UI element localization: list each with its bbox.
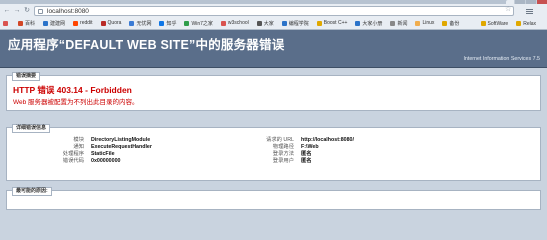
bookmark-label: Linux	[422, 20, 435, 26]
bookmark-favicon-icon	[480, 21, 486, 26]
detail-row: 模块 DirectoryListingModule 请求的 URL http:/…	[7, 137, 540, 144]
bookmark-label: Quora	[107, 20, 122, 26]
bookmark-item[interactable]: 新闻	[390, 20, 407, 27]
bookmark-favicon-icon	[316, 20, 322, 26]
bookmark-item[interactable]: 大家小册	[355, 20, 382, 27]
bookmark-favicon-icon	[256, 20, 262, 26]
detail-row: 通知 ExecuteRequestHandler 物理路径 F:\Web	[7, 144, 540, 151]
likely-causes-tab: 最可能的原因:	[12, 187, 52, 196]
bookmark-item[interactable]: SoftWare	[480, 20, 509, 27]
bookmark-label: Boost C++	[323, 20, 348, 26]
detail-value: DirectoryListingModule	[91, 137, 151, 143]
bookmark-label: 大家小册	[362, 20, 383, 27]
bookmark-label: 知乎	[166, 20, 177, 27]
bookmark-label: Relax	[523, 20, 536, 27]
detail-label: 请求的 URL	[266, 137, 294, 143]
detail-value: F:\Web	[301, 144, 319, 150]
bookmark-folders-right: SoftWare Relax	[480, 17, 544, 30]
detail-label: 登录用户	[272, 158, 294, 164]
error-summary-panel: 错误摘要 HTTP 错误 403.14 - Forbidden Web 服务器被…	[6, 72, 541, 111]
error-summary-tab: 错误摘要	[12, 72, 41, 81]
bookmarks-bar: 百科 建建网 reddit Quora 无忧网 知乎 Win7之家 w3school 大家 编程学…	[0, 17, 547, 30]
back-arrow-icon[interactable]: ←	[3, 7, 11, 15]
bookmark-label: reddit	[80, 20, 93, 26]
bookmark-favicon-icon	[442, 20, 448, 26]
page-icon	[38, 9, 43, 14]
bookmark-item[interactable]: Win7之家	[184, 20, 213, 27]
bookmark-label: w3school	[227, 20, 249, 26]
error-title: HTTP 错误 403.14 - Forbidden	[13, 85, 132, 95]
bookmark-favicon-icon	[73, 20, 79, 26]
bookmark-item[interactable]: Boost C++	[316, 20, 348, 26]
bookmark-item[interactable]: 备份	[442, 20, 459, 27]
detail-row: 错误代码 0x00000000 登录用户 匿名	[7, 158, 540, 165]
bookmark-item[interactable]: 编程学院	[281, 20, 309, 27]
bookmark-label: 新闻	[397, 20, 408, 27]
detail-label: 处理程序	[62, 151, 84, 157]
bookmark-item[interactable]	[3, 20, 10, 26]
forward-arrow-icon[interactable]: →	[13, 7, 21, 15]
bookmark-list: 百科 建建网 reddit Quora 无忧网 知乎 Win7之家 w3school 大家 编程学…	[3, 20, 467, 27]
detail-label: 通知	[73, 144, 84, 150]
bookmark-favicon-icon	[220, 20, 226, 26]
detail-value: http://localhost:8080/	[301, 137, 354, 143]
reload-icon[interactable]: ↻	[23, 7, 31, 15]
bookmark-favicon-icon	[129, 20, 135, 26]
bookmark-favicon-icon	[281, 20, 287, 26]
page-content: 应用程序“DEFAULT WEB SITE”中的服务器错误 Internet I…	[0, 30, 547, 210]
detail-value: 0x00000000	[91, 158, 121, 164]
address-bar[interactable]: localhost:8080	[34, 6, 514, 16]
iis-header: 应用程序“DEFAULT WEB SITE”中的服务器错误 Internet I…	[0, 30, 547, 68]
bookmark-item[interactable]: 百科	[18, 20, 35, 27]
detail-value: StaticFile	[91, 151, 115, 157]
iis-version: Internet Information Services 7.5	[463, 56, 540, 62]
bookmark-label: 无忧网	[136, 20, 152, 27]
bookmark-favicon-icon	[516, 21, 522, 26]
error-details-panel: 详细错误信息 模块 DirectoryListingModule 请求的 URL…	[6, 124, 541, 181]
bookmark-label: 备份	[449, 20, 460, 27]
detail-value: ExecuteRequestHandler	[91, 144, 152, 150]
detail-value: 匿名	[301, 151, 312, 157]
bookmark-favicon-icon	[43, 20, 49, 26]
menu-icon[interactable]	[526, 9, 533, 14]
bookmark-item[interactable]: 建建网	[43, 20, 65, 27]
address-bar-url[interactable]: localhost:8080	[47, 8, 89, 16]
bookmark-favicon-icon	[159, 20, 165, 26]
bookmark-label: 百科	[25, 20, 36, 27]
bookmark-label: 建建网	[50, 20, 66, 27]
detail-row: 处理程序 StaticFile 登录方法 匿名	[7, 151, 540, 158]
bookmark-item[interactable]: w3school	[220, 20, 249, 26]
detail-label: 错误代码	[62, 158, 84, 164]
bookmark-label: 大家	[263, 20, 274, 27]
bookmark-favicon-icon	[184, 20, 190, 26]
bookmark-star-icon[interactable]: ☆	[505, 5, 511, 13]
likely-causes-panel: 最可能的原因:	[6, 187, 541, 210]
bookmark-item[interactable]: reddit	[73, 20, 93, 26]
bookmark-favicon-icon	[390, 20, 396, 26]
bookmark-label: Win7之家	[191, 20, 213, 27]
bookmark-favicon-icon	[415, 20, 421, 26]
browser-toolbar: ← → ↻ localhost:8080 ☆	[0, 4, 547, 17]
bookmark-item[interactable]: Linux	[415, 20, 434, 26]
bookmark-favicon-icon	[3, 20, 8, 26]
bookmark-favicon-icon	[18, 20, 23, 26]
bookmark-item[interactable]: 知乎	[159, 20, 176, 27]
bookmark-favicon-icon	[100, 20, 106, 26]
bookmark-label: 编程学院	[288, 20, 309, 27]
detail-value: 匿名	[301, 158, 312, 164]
bookmark-item[interactable]: Relax	[516, 21, 536, 27]
error-description: Web 服务器被配置为不列出此目录的内容。	[13, 99, 139, 106]
error-details-tab: 详细错误信息	[12, 124, 51, 133]
detail-label: 模块	[73, 137, 84, 143]
bookmark-favicon-icon	[355, 20, 361, 26]
bookmark-label: SoftWare	[487, 20, 509, 27]
page-title: 应用程序“DEFAULT WEB SITE”中的服务器错误	[8, 38, 285, 52]
bookmark-item[interactable]: 大家	[256, 20, 274, 27]
detail-label: 物理路径	[272, 144, 294, 150]
detail-label: 登录方法	[272, 151, 294, 157]
bookmark-item[interactable]: 无忧网	[129, 20, 151, 27]
bookmark-item[interactable]: Quora	[100, 20, 122, 26]
